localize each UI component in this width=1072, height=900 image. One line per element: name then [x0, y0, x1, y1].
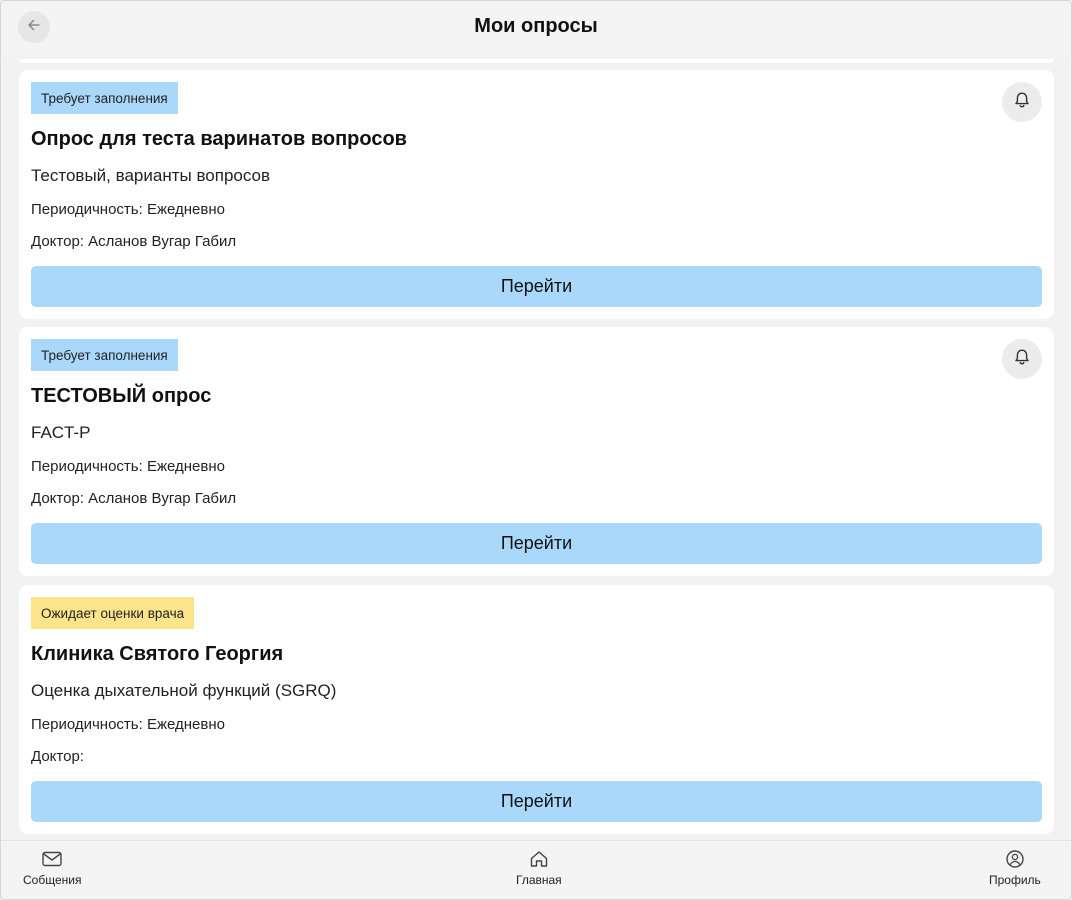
- survey-card: Ожидает оценки врача Клиника Святого Гео…: [19, 585, 1054, 834]
- bell-icon: [1012, 90, 1032, 115]
- survey-card: Требует заполнения ТЕСТОВЫЙ опрос FACT-P…: [19, 327, 1054, 576]
- mail-icon: [41, 849, 63, 869]
- profile-icon: [1004, 849, 1026, 869]
- status-badge: Требует заполнения: [31, 82, 178, 114]
- status-badge: Требует заполнения: [31, 339, 178, 371]
- nav-label: Главная: [516, 873, 562, 887]
- nav-label: Профиль: [989, 873, 1041, 887]
- reminder-button[interactable]: [1002, 339, 1042, 379]
- go-button[interactable]: Перейти: [31, 266, 1042, 307]
- home-icon: [528, 849, 550, 869]
- previous-card-edge: [19, 59, 1054, 63]
- nav-item-home[interactable]: Главная: [516, 849, 562, 887]
- page-title: Мои опросы: [474, 15, 598, 37]
- survey-subtitle: FACT-P: [31, 423, 91, 442]
- nav-item-profile[interactable]: Профиль: [989, 849, 1041, 887]
- bottom-nav: Собщения Главная Профиль: [1, 840, 1071, 899]
- survey-doctor: Доктор: Асланов Вугар Габил: [31, 490, 237, 507]
- nav-item-messages[interactable]: Собщения: [23, 849, 81, 887]
- survey-periodicity: Периодичность: Ежедневно: [31, 201, 225, 218]
- reminder-button[interactable]: [1002, 82, 1042, 122]
- survey-periodicity: Периодичность: Ежедневно: [31, 458, 225, 475]
- top-bar: Мои опросы: [1, 1, 1071, 57]
- survey-periodicity: Периодичность: Ежедневно: [31, 716, 225, 733]
- survey-title: Опрос для теста варинатов вопросов: [31, 128, 407, 150]
- app-window: Мои опросы Требует заполнения Опрос для …: [0, 0, 1072, 900]
- status-badge: Ожидает оценки врача: [31, 597, 195, 629]
- survey-card: Требует заполнения Опрос для теста варин…: [19, 70, 1054, 319]
- survey-title: ТЕСТОВЫЙ опрос: [31, 385, 212, 407]
- survey-subtitle: Оценка дыхательной функций (SGRQ): [31, 681, 337, 700]
- survey-doctor: Доктор:: [31, 748, 84, 765]
- nav-label: Собщения: [23, 873, 82, 887]
- survey-doctor: Доктор: Асланов Вугар Габил: [31, 233, 237, 250]
- go-button[interactable]: Перейти: [31, 781, 1042, 822]
- survey-subtitle: Тестовый, варианты вопросов: [31, 166, 271, 185]
- go-button[interactable]: Перейти: [31, 523, 1042, 564]
- survey-list[interactable]: Требует заполнения Опрос для теста варин…: [1, 59, 1071, 841]
- survey-title: Клиника Святого Георгия: [31, 643, 284, 665]
- bell-icon: [1012, 347, 1032, 372]
